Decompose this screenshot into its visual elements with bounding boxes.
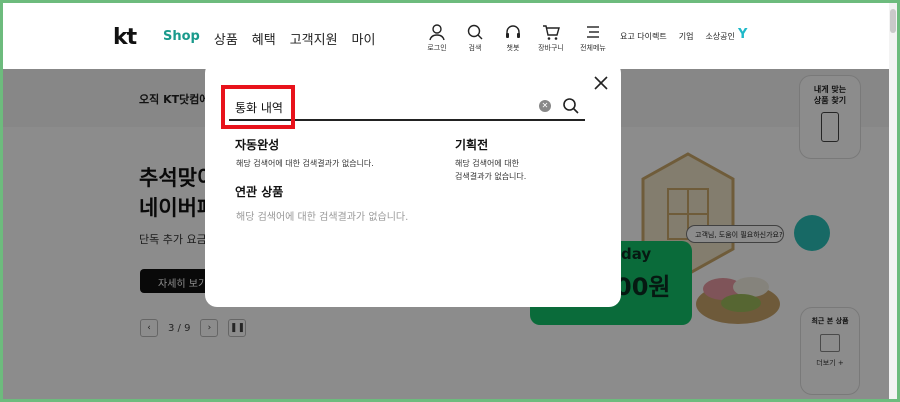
- cart-icon: [543, 25, 560, 40]
- browser-frame: kt Shop 상품 혜택 고객지원 마이 로그인 검색 챗봇 장바구니 전체메…: [0, 0, 900, 402]
- link-enterprise[interactable]: 기업: [679, 31, 694, 42]
- y-brand-icon[interactable]: Y: [738, 27, 747, 42]
- chatbot-button[interactable]: 챗봇: [495, 23, 531, 53]
- login-button[interactable]: 로그인: [419, 23, 455, 53]
- search-modal: 통화 내역 ✕ 자동완성 해당 검색어에 대한 검색결과가 없습니다. 연관 상…: [205, 61, 621, 307]
- scrollbar-thumb[interactable]: [890, 9, 896, 33]
- link-small-business[interactable]: 소상공인: [705, 31, 734, 42]
- main-nav: Shop 상품 혜택 고객지원 마이: [163, 29, 375, 48]
- site-header: kt Shop 상품 혜택 고객지원 마이 로그인 검색 챗봇 장바구니 전체메…: [3, 3, 897, 69]
- headset-icon: [506, 25, 520, 38]
- utility-menu: 로그인 검색 챗봇 장바구니 전체메뉴: [419, 23, 617, 53]
- nav-shop[interactable]: Shop: [163, 29, 200, 48]
- nav-benefits[interactable]: 혜택: [252, 29, 276, 48]
- search-icon[interactable]: [562, 97, 580, 115]
- close-icon[interactable]: [593, 75, 609, 91]
- event-title: 기획전: [455, 138, 489, 152]
- clear-search-button[interactable]: ✕: [539, 100, 551, 112]
- related-products-title: 연관 상품: [235, 185, 284, 199]
- link-yogo-direct[interactable]: 요고 다이렉트: [620, 31, 667, 42]
- search-icon: [467, 24, 483, 40]
- query-highlight-box: [221, 85, 295, 129]
- menu-icon: [587, 26, 599, 38]
- all-menu-button[interactable]: 전체메뉴: [571, 23, 615, 53]
- autocomplete-title: 자동완성: [235, 138, 280, 152]
- nav-products[interactable]: 상품: [214, 29, 238, 48]
- search-button[interactable]: 검색: [457, 23, 493, 53]
- scrollbar[interactable]: [889, 3, 897, 399]
- user-icon: [429, 24, 445, 41]
- cart-button[interactable]: 장바구니: [533, 23, 569, 53]
- nav-support[interactable]: 고객지원: [290, 29, 338, 48]
- event-empty: 해당 검색어에 대한 검색결과가 없습니다.: [455, 159, 527, 181]
- nav-my[interactable]: 마이: [352, 29, 376, 48]
- related-products-empty: 해당 검색어에 대한 검색결과가 없습니다.: [236, 212, 409, 223]
- autocomplete-empty: 해당 검색어에 대한 검색결과가 없습니다.: [236, 159, 374, 168]
- kt-logo[interactable]: kt: [113, 25, 137, 50]
- business-links: 요고 다이렉트 기업 소상공인: [620, 31, 735, 42]
